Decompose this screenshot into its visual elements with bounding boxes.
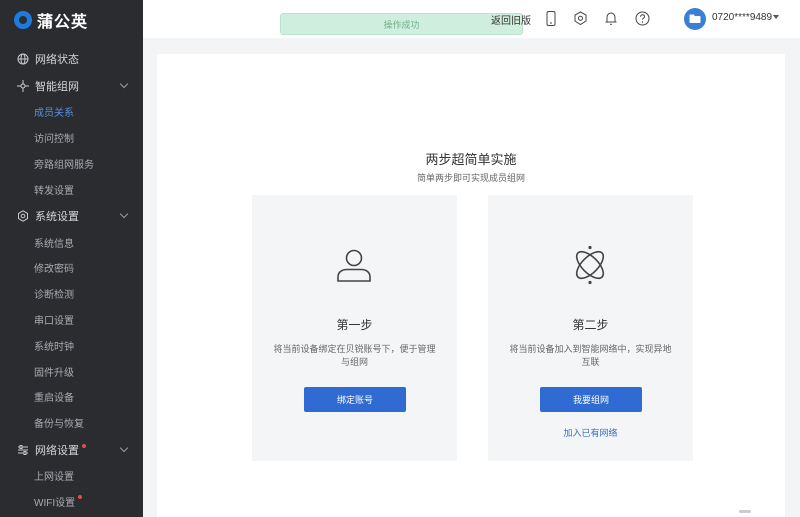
sliders-icon <box>16 443 29 456</box>
sidebar-item-forwarding[interactable]: 转发设置 <box>0 176 143 202</box>
sidebar-item-system-clock[interactable]: 系统时钟 <box>0 332 143 358</box>
step-one-description: 将当前设备绑定在贝锐账号下，便于管理与组网 <box>273 344 436 367</box>
sidebar-item-reboot[interactable]: 重启设备 <box>0 384 143 410</box>
sidebar-nav: 网络状态 智能组网 成员关系 访问控制 旁路组网服务 转发设置 系统设置 系统信… <box>0 46 143 514</box>
notification-dot <box>78 495 83 500</box>
sidebar-item-access-control[interactable]: 访问控制 <box>0 125 143 151</box>
back-to-old-version-link[interactable]: 返回旧版 <box>491 12 531 27</box>
chevron-down-icon <box>119 443 129 452</box>
settings-icon <box>16 210 29 223</box>
sidebar-group-label: 系统设置 <box>35 211 79 224</box>
logo-mark-icon <box>14 11 32 29</box>
sidebar-item-system-info[interactable]: 系统信息 <box>0 229 143 255</box>
logo[interactable]: 蒲公英 <box>0 0 143 40</box>
help-icon[interactable] <box>634 10 650 26</box>
join-existing-network-link[interactable]: 加入已有网络 <box>488 426 693 439</box>
sidebar-item-label: WIFI设置 <box>34 497 76 509</box>
sidebar: 蒲公英 网络状态 智能组网 成员关系 访问控制 旁路组网服务 转发设置 系统设置 <box>0 0 143 517</box>
sidebar-item-firmware-upgrade[interactable]: 固件升级 <box>0 358 143 384</box>
chevron-down-icon <box>119 79 129 89</box>
sidebar-group-network-status[interactable]: 网络状态 <box>0 46 143 72</box>
network-device-icon[interactable] <box>572 10 588 26</box>
user-icon <box>332 243 376 287</box>
page-subtitle: 简单两步即可实现成员组网 <box>416 173 525 183</box>
sidebar-group-label: 网络设置 <box>35 444 79 457</box>
user-avatar[interactable] <box>684 8 706 30</box>
sidebar-item-wifi-settings[interactable]: WIFI设置 <box>0 488 143 514</box>
sidebar-item-internet-settings[interactable]: 上网设置 <box>0 463 143 489</box>
sidebar-item-change-password[interactable]: 修改密码 <box>0 255 143 281</box>
sidebar-group-network-settings[interactable]: 网络设置 <box>0 437 143 463</box>
chevron-down-icon <box>119 209 129 219</box>
main-content: 两步超简单实施 简单两步即可实现成员组网 第一步 将当前设备绑定在贝锐账号下，便… <box>157 54 785 517</box>
logo-text: 蒲公英 <box>37 14 89 31</box>
notification-dot <box>82 443 86 448</box>
atom-network-icon <box>568 243 612 287</box>
globe-icon <box>16 53 29 66</box>
step-one-card: 第一步 将当前设备绑定在贝锐账号下，便于管理与组网 绑定账号 <box>252 195 457 461</box>
sidebar-group-label: 智能组网 <box>35 81 79 93</box>
user-account-name[interactable]: 0720****9489 <box>712 12 772 23</box>
bind-account-button[interactable]: 绑定账号 <box>304 387 406 412</box>
sidebar-item-serial-port[interactable]: 串口设置 <box>0 307 143 333</box>
sidebar-group-system-settings[interactable]: 系统设置 <box>0 203 143 229</box>
sidebar-group-smart-network[interactable]: 智能组网 <box>0 73 143 99</box>
step-two-card: 第二步 将当前设备加入到智能网络中，实现异地互联 我要组网 加入已有网络 <box>488 195 693 461</box>
sidebar-item-members[interactable]: 成员关系 <box>0 99 143 125</box>
sidebar-item-bypass-service[interactable]: 旁路组网服务 <box>0 151 143 177</box>
top-header: 操作成功 返回旧版 0720****9489 <box>143 0 800 38</box>
step-two-description: 将当前设备加入到智能网络中，实现异地互联 <box>509 344 672 367</box>
scroll-indicator[interactable] <box>739 510 751 513</box>
join-network-button[interactable]: 我要组网 <box>540 387 642 412</box>
caret-down-icon[interactable] <box>773 15 779 19</box>
mobile-icon[interactable] <box>543 10 559 26</box>
bell-icon[interactable] <box>603 10 619 26</box>
sidebar-group-label: 网络状态 <box>35 54 79 66</box>
page-title: 两步超简单实施 <box>425 152 517 167</box>
step-one-title: 第一步 <box>336 318 373 332</box>
success-toast: 操作成功 <box>280 13 523 35</box>
step-two-title: 第二步 <box>572 318 609 332</box>
network-icon <box>16 80 29 93</box>
sidebar-item-backup-restore[interactable]: 备份与恢复 <box>0 410 143 436</box>
sidebar-item-diagnostics[interactable]: 诊断检测 <box>0 281 143 307</box>
